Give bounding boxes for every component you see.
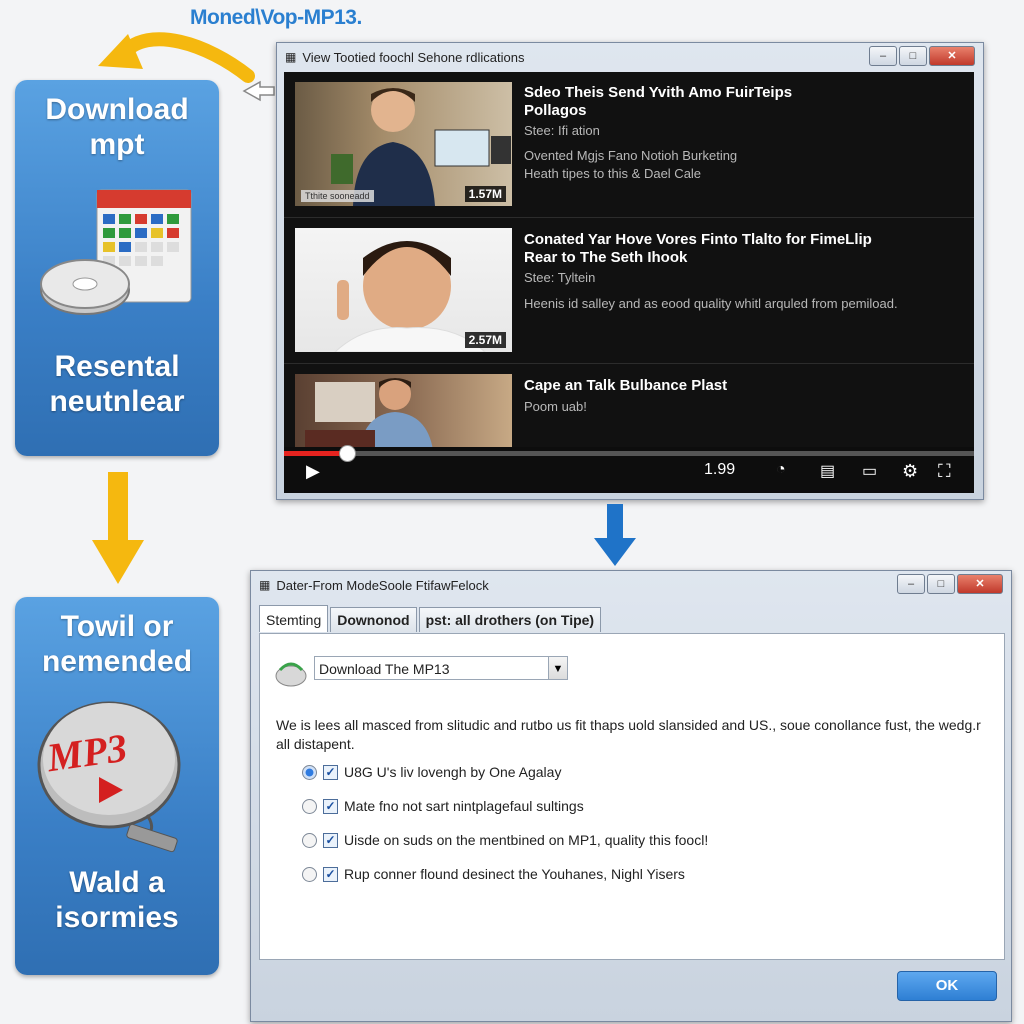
video-title-line2[interactable]: Pollagos [524,102,792,120]
panel-subtitle-line1: Wald a [69,866,165,899]
video-description: Heenis id salley and as eood quality whi… [524,296,898,311]
subtitles-icon[interactable]: ▤ [820,461,835,481]
dialog-description: We is lees all masced from slitudic and … [276,717,981,752]
video-item[interactable]: 2.57M Conated Yar Hove Vores Finto Tlalt… [284,218,974,364]
mp3-logo-icon: MP3 [27,689,207,869]
pointer-arrow-icon [242,80,275,102]
dialog-title: Dater-From ModeSoole FtifawFelock [276,577,489,593]
video-channel: Stee: Tyltein [524,270,596,285]
option-label: Rup conner flound desinect the Youhanes,… [344,866,685,882]
panel-subtitle-line2: isormies [55,901,179,934]
video-channel: Stee: Ifi ation [524,123,600,138]
option-checkbox[interactable]: ✓ [323,764,338,780]
option-label: Mate fno not sart nintplagefaul sultings [344,798,584,814]
progress-fill [284,451,347,456]
option-row[interactable]: ✓ Mate fno not sart nintplagefaul sultin… [302,798,584,814]
down-arrow-icon [594,504,636,566]
tab-settings[interactable]: Stemting [259,605,329,632]
option-checkbox[interactable]: ✓ [323,866,338,882]
option-label: Uisde on suds on the mentbined on MP1, q… [344,832,709,848]
option-label: U8G U's liv lovengh by One Agalay [344,764,562,780]
minimize-button[interactable]: – [869,46,897,66]
format-dropdown[interactable]: Download The MP13 [314,656,566,680]
option-checkbox[interactable]: ✓ [323,798,338,814]
player-window-title: View Tootied foochl Sehone rdlications [302,49,525,65]
miniplayer-icon[interactable]: ▭ [862,461,877,481]
video-channel: Poom uab! [524,399,587,414]
close-button[interactable]: ✕ [929,46,975,66]
download-panel: Download mpt Resental neutnlear [15,80,219,456]
down-arrow-icon [92,472,144,584]
video-item[interactable]: Tthite sooneadd 1.57M Sdeo Theis Send Yv… [284,72,974,218]
video-duration: 2.57M [464,332,506,348]
video-thumbnail[interactable]: Tthite sooneadd 1.57M [295,82,512,206]
format-dropdown-value: Download The MP13 [319,661,450,677]
mp3-panel: Towil or nemended MP3 Wald a isormies [15,597,219,975]
app-icon: ▦ [285,50,297,64]
dialog-body: Download The MP13 ▼ We is lees all masce… [259,633,1005,960]
option-row[interactable]: ✓ Uisde on suds on the mentbined on MP1,… [302,832,708,848]
panel-title-line1: Download [45,93,189,126]
fullscreen-icon[interactable]: ⛶ [938,461,951,482]
tab-download[interactable]: Downonod [330,607,417,632]
video-title[interactable]: Sdeo Theis Send Yvith Amo FuirTeips Poll… [524,84,792,120]
time-display: 1.99 [704,461,736,478]
play-icon[interactable]: ▶ [306,461,320,482]
presenter-thumbnail-image [305,378,433,450]
video-title-line1[interactable]: Conated Yar Hove Vores Finto Tlalto for … [524,231,872,249]
option-row[interactable]: ✓ Rup conner flound desinect the Youhane… [302,866,685,882]
option-checkbox[interactable]: ✓ [323,832,338,848]
clock-icon[interactable]: ◔ [776,461,786,479]
minimize-button[interactable]: – [897,574,925,594]
tab-all-others[interactable]: pst: all drothers (on Tipe) [418,607,602,632]
maximize-button[interactable]: □ [927,574,955,594]
video-list: Tthite sooneadd 1.57M Sdeo Theis Send Yv… [284,72,974,492]
dialog-tabs: Stemting Downonod pst: all drothers (on … [259,605,603,632]
panel-title-line1: Towil or [60,610,174,643]
panel-subtitle-line2: neutnlear [49,385,185,418]
video-title[interactable]: Conated Yar Hove Vores Finto Tlalto for … [524,231,872,267]
video-thumbnail[interactable] [295,374,512,450]
option-row[interactable]: ✓ U8G U's liv lovengh by One Agalay [302,764,561,780]
ok-button[interactable]: OK [897,971,997,1001]
settings-gear-icon[interactable]: ⚙ [902,461,918,482]
close-button[interactable]: ✕ [957,574,1003,594]
panel-title-line2: mpt [89,128,145,161]
maximize-button[interactable]: □ [899,46,927,66]
player-controls: ▶ 1.99 ◔ ▤ ▭ ⚙ ⛶ [284,445,974,493]
app-icon: ▦ [259,578,271,592]
video-title-line2[interactable]: Rear to The Seth Ihook [524,249,872,267]
progress-handle[interactable] [339,445,357,462]
video-thumbnail[interactable]: 2.57M [295,228,512,352]
video-title[interactable]: Cape an Talk Bulbance Plast [524,377,727,395]
option-radio[interactable] [302,798,317,814]
video-description-line2: Heath tipes to this & Dael Cale [524,166,702,181]
chevron-down-icon[interactable]: ▼ [548,656,568,680]
video-title-line1[interactable]: Sdeo Theis Send Yvith Amo FuirTeips [524,84,792,102]
panel-subtitle-line1: Resental [54,350,180,383]
download-drive-icon [275,662,307,687]
video-description-line1: Ovented Mgjs Fano Notioh Burketing [524,148,738,163]
option-radio[interactable] [302,764,317,780]
curved-arrow-icon [98,32,255,83]
option-radio[interactable] [302,866,317,882]
progress-bar[interactable] [284,445,974,462]
panel-title-line2: nemended [41,645,193,678]
thumbnail-caption: Tthite sooneadd [301,190,374,202]
download-dialog: ▦ Dater-From ModeSoole FtifawFelock – □ … [250,570,1012,1022]
video-duration: 1.57M [464,186,506,202]
calendar-disc-icon [40,189,192,315]
option-radio[interactable] [302,832,317,848]
